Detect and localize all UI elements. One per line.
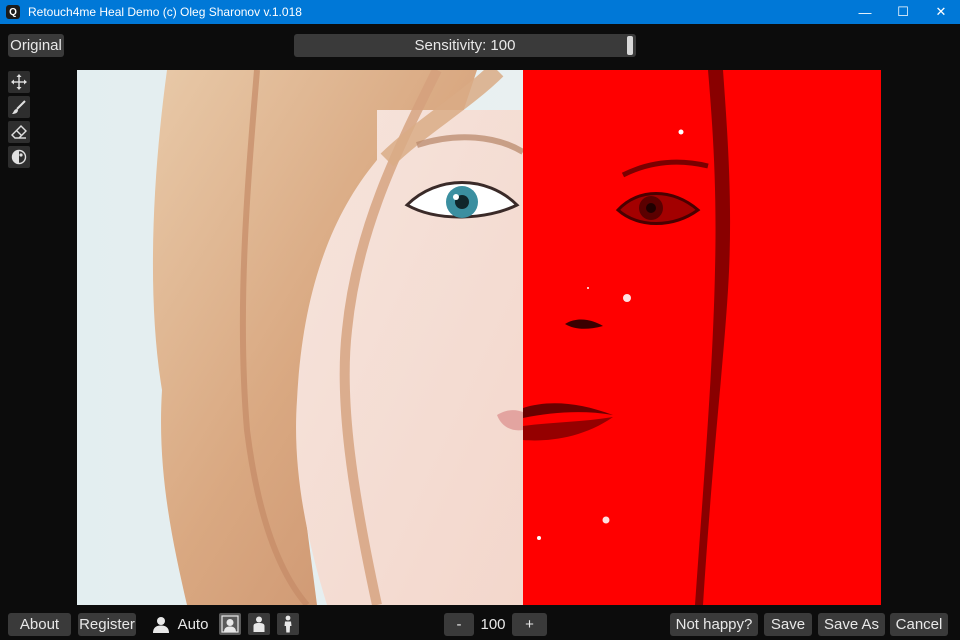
portrait-icon	[153, 617, 169, 633]
heal-mask-overlay	[523, 70, 881, 605]
maximize-button[interactable]: ☐	[884, 0, 922, 24]
title-bar: Q Retouch4me Heal Demo (c) Oleg Sharonov…	[0, 0, 960, 24]
full-body-mode-button[interactable]	[277, 613, 299, 635]
full-body-icon	[284, 615, 292, 633]
not-happy-button[interactable]: Not happy?	[670, 613, 758, 636]
face-icon	[221, 615, 239, 633]
cancel-button[interactable]: Cancel	[890, 613, 948, 636]
image-canvas[interactable]	[77, 70, 881, 605]
window-controls: — ☐ ✕	[846, 0, 960, 24]
sensitivity-slider[interactable]: Sensitivity: 100	[294, 34, 636, 57]
half-body-mode-button[interactable]	[248, 613, 270, 635]
brush-tool[interactable]	[8, 96, 30, 118]
save-as-button[interactable]: Save As	[818, 613, 885, 636]
move-tool[interactable]	[8, 71, 30, 93]
eraser-icon	[11, 125, 27, 139]
register-button[interactable]: Register	[78, 613, 136, 636]
increase-button[interactable]: +	[512, 613, 547, 636]
original-button[interactable]: Original	[8, 34, 64, 57]
strength-value: 100	[480, 616, 506, 633]
half-body-icon	[253, 616, 265, 632]
auto-label: Auto	[177, 616, 209, 633]
portrait-photo	[77, 70, 523, 605]
auto-mode-button[interactable]	[150, 613, 172, 635]
move-icon	[11, 74, 27, 90]
window-title: Retouch4me Heal Demo (c) Oleg Sharonov v…	[28, 5, 302, 19]
about-button[interactable]: About	[8, 613, 71, 636]
sensitivity-slider-handle[interactable]	[627, 36, 633, 55]
decrease-button[interactable]: -	[444, 613, 474, 636]
mask-icon	[11, 149, 27, 165]
sensitivity-label: Sensitivity: 100	[414, 37, 516, 54]
close-button[interactable]: ✕	[922, 0, 960, 24]
save-button[interactable]: Save	[764, 613, 812, 636]
face-mode-button[interactable]	[219, 613, 241, 635]
mask-tool[interactable]	[8, 146, 30, 168]
brush-icon	[12, 100, 26, 114]
minimize-button[interactable]: —	[846, 0, 884, 24]
app-icon: Q	[6, 5, 20, 19]
eraser-tool[interactable]	[8, 121, 30, 143]
